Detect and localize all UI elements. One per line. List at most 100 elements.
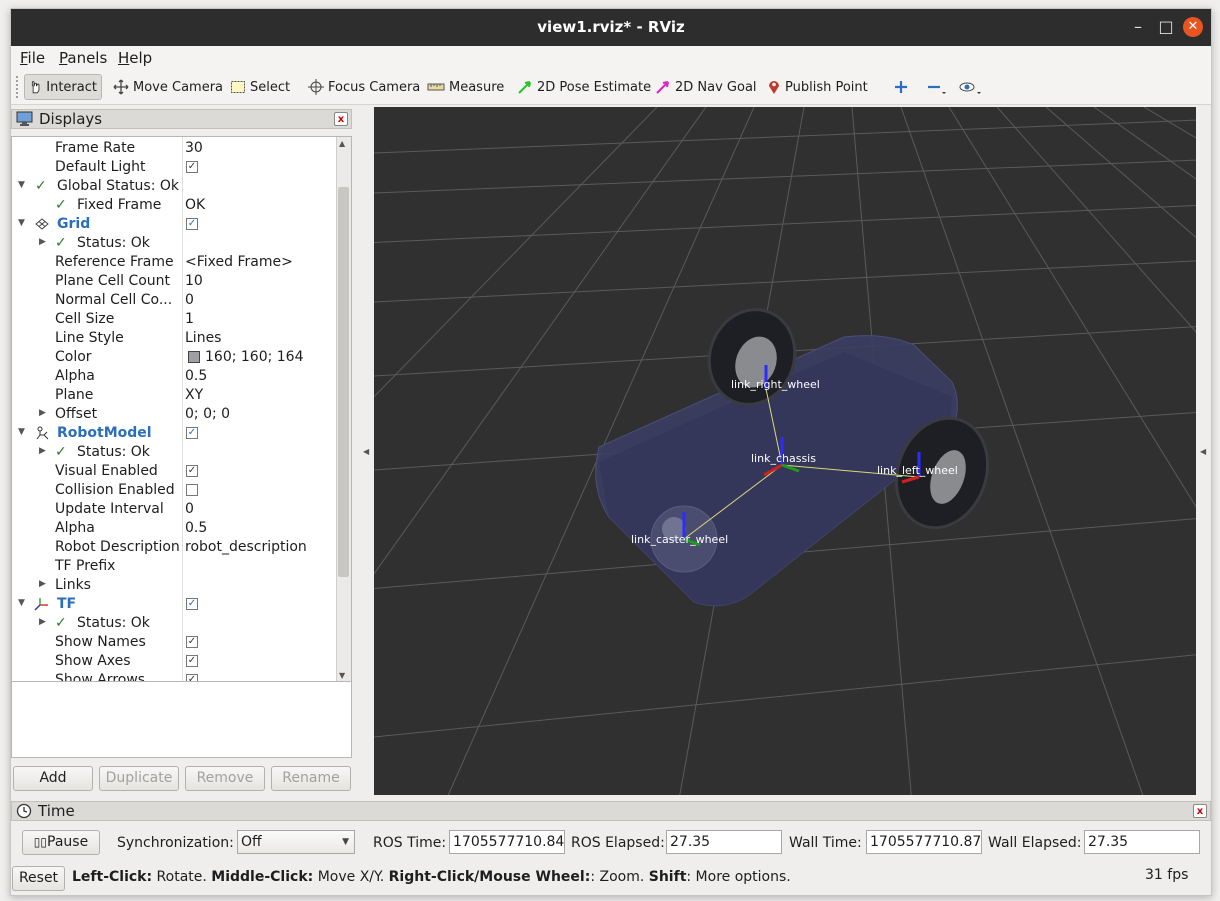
- select-tool[interactable]: Select: [226, 74, 294, 100]
- frame-rate-value[interactable]: 30: [185, 140, 203, 156]
- show-axes-checkbox[interactable]: ✓: [186, 655, 198, 667]
- color-swatch[interactable]: [188, 351, 200, 363]
- row-grid[interactable]: ▼ Grid ✓: [12, 215, 338, 234]
- row-reference-frame[interactable]: Reference Frame <Fixed Frame>: [12, 253, 338, 272]
- displays-close-button[interactable]: x: [334, 112, 348, 126]
- row-links[interactable]: ▶ Links: [12, 576, 338, 595]
- plane-cell-count-value[interactable]: 10: [185, 273, 203, 289]
- expand-arrow-down-icon[interactable]: ▼: [18, 180, 25, 190]
- row-offset[interactable]: ▶ Offset 0; 0; 0: [12, 405, 338, 424]
- tf-enabled-checkbox[interactable]: ✓: [186, 598, 198, 610]
- row-normal-cell-count[interactable]: Normal Cell Co... 0: [12, 291, 338, 310]
- expand-arrow-down-icon[interactable]: ▼: [18, 598, 25, 608]
- scroll-down-arrow-icon[interactable]: ▼: [339, 671, 345, 680]
- row-default-light[interactable]: Default Light ✓: [12, 158, 338, 177]
- menu-help[interactable]: Help: [118, 49, 152, 67]
- splitter-right-arrow-icon[interactable]: ◀: [1200, 447, 1206, 456]
- robot-model-enabled-checkbox[interactable]: ✓: [186, 427, 198, 439]
- interact-tool[interactable]: Interact: [24, 74, 102, 100]
- row-alpha[interactable]: Alpha 0.5: [12, 367, 338, 386]
- robot-description-value[interactable]: robot_description: [185, 539, 307, 555]
- grid-enabled-checkbox[interactable]: ✓: [186, 218, 198, 230]
- ros-time-field[interactable]: 1705577710.84: [449, 830, 565, 854]
- update-interval-value[interactable]: 0: [185, 501, 194, 517]
- row-tf-prefix[interactable]: TF Prefix: [12, 557, 338, 576]
- expand-arrow-right-icon[interactable]: ▶: [39, 237, 46, 247]
- color-value[interactable]: 160; 160; 164: [205, 349, 304, 365]
- collision-enabled-checkbox[interactable]: [186, 484, 198, 496]
- minimize-button[interactable]: –: [1128, 17, 1148, 37]
- row-robot-model[interactable]: ▼ RobotModel ✓: [12, 424, 338, 443]
- add-display-button[interactable]: Add: [13, 766, 93, 791]
- row-plane-cell-count[interactable]: Plane Cell Count 10: [12, 272, 338, 291]
- row-color[interactable]: Color 160; 160; 164: [12, 348, 338, 367]
- scene-canvas[interactable]: link_right_wheel link_chassis link_left_…: [374, 107, 1196, 795]
- row-show-axes[interactable]: Show Axes ✓: [12, 652, 338, 671]
- row-tf[interactable]: ▼ TF ✓: [12, 595, 338, 614]
- row-global-status[interactable]: ▼ ✓ Global Status: Ok: [12, 177, 338, 196]
- remove-display-button[interactable]: Remove: [185, 766, 265, 791]
- expand-arrow-down-icon[interactable]: ▼: [18, 427, 25, 437]
- toolbar-grip-handle[interactable]: [15, 75, 19, 99]
- focus-camera-tool[interactable]: Focus Camera: [304, 74, 424, 100]
- close-button[interactable]: ✕: [1183, 17, 1203, 37]
- row-visual-enabled[interactable]: Visual Enabled ✓: [12, 462, 338, 481]
- show-names-checkbox[interactable]: ✓: [186, 636, 198, 648]
- robot-model-alpha-value[interactable]: 0.5: [185, 520, 207, 536]
- row-tf-status[interactable]: ▶ ✓ Status: Ok: [12, 614, 338, 633]
- menu-panels[interactable]: Panels: [59, 49, 107, 67]
- row-collision-enabled[interactable]: Collision Enabled: [12, 481, 338, 500]
- wall-elapsed-field[interactable]: 27.35: [1084, 830, 1200, 854]
- duplicate-display-button[interactable]: Duplicate: [99, 766, 179, 791]
- add-tool-button[interactable]: [889, 74, 917, 100]
- publish-point-tool[interactable]: Publish Point: [763, 74, 872, 100]
- cell-size-value[interactable]: 1: [185, 311, 194, 327]
- synchronization-select[interactable]: Off ▼: [237, 830, 355, 854]
- pause-button[interactable]: ▯▯Pause: [22, 830, 100, 855]
- row-line-style[interactable]: Line Style Lines: [12, 329, 338, 348]
- ros-elapsed-field[interactable]: 27.35: [666, 830, 782, 854]
- row-show-names[interactable]: Show Names ✓: [12, 633, 338, 652]
- splitter-left-arrow-icon[interactable]: ◀: [363, 447, 369, 456]
- visual-enabled-checkbox[interactable]: ✓: [186, 465, 198, 477]
- expand-arrow-right-icon[interactable]: ▶: [39, 408, 46, 418]
- scrollbar-thumb[interactable]: [338, 187, 349, 577]
- nav-goal-tool[interactable]: 2D Nav Goal: [651, 74, 761, 100]
- row-fixed-frame[interactable]: ✓ Fixed Frame OK: [12, 196, 338, 215]
- wall-time-field[interactable]: 1705577710.87: [866, 830, 982, 854]
- displays-scrollbar[interactable]: ▲ ▼: [336, 137, 351, 683]
- reference-frame-value[interactable]: <Fixed Frame>: [185, 254, 293, 270]
- line-style-value[interactable]: Lines: [185, 330, 221, 346]
- offset-value[interactable]: 0; 0; 0: [185, 406, 230, 422]
- measure-tool[interactable]: Measure: [423, 74, 508, 100]
- row-frame-rate[interactable]: Frame Rate 30: [12, 139, 338, 158]
- menu-file[interactable]: File: [20, 49, 45, 67]
- row-update-interval[interactable]: Update Interval 0: [12, 500, 338, 519]
- row-robot-description[interactable]: Robot Description robot_description: [12, 538, 338, 557]
- scroll-up-arrow-icon[interactable]: ▲: [339, 139, 345, 148]
- expand-arrow-down-icon[interactable]: ▼: [18, 218, 25, 228]
- pose-estimate-tool[interactable]: 2D Pose Estimate: [513, 74, 655, 100]
- row-cell-size[interactable]: Cell Size 1: [12, 310, 338, 329]
- normal-cell-count-value[interactable]: 0: [185, 292, 194, 308]
- expand-arrow-right-icon[interactable]: ▶: [39, 617, 46, 627]
- expand-arrow-right-icon[interactable]: ▶: [39, 579, 46, 589]
- alpha-value[interactable]: 0.5: [185, 368, 207, 384]
- maximize-button[interactable]: □: [1156, 17, 1176, 37]
- default-light-checkbox[interactable]: ✓: [186, 161, 198, 173]
- move-camera-tool[interactable]: Move Camera: [109, 74, 227, 100]
- plane-value[interactable]: XY: [185, 387, 203, 403]
- rename-display-button[interactable]: Rename: [271, 766, 351, 791]
- tf-status-label: Status: Ok: [77, 615, 150, 631]
- remove-tool-button[interactable]: [922, 74, 956, 100]
- render-viewport[interactable]: link_right_wheel link_chassis link_left_…: [374, 107, 1196, 795]
- row-robot-model-status[interactable]: ▶ ✓ Status: Ok: [12, 443, 338, 462]
- expand-arrow-right-icon[interactable]: ▶: [39, 446, 46, 456]
- time-close-button[interactable]: x: [1193, 804, 1207, 818]
- panel-view-button[interactable]: [955, 74, 991, 100]
- row-plane[interactable]: Plane XY: [12, 386, 338, 405]
- row-robot-model-alpha[interactable]: Alpha 0.5: [12, 519, 338, 538]
- row-grid-status[interactable]: ▶ ✓ Status: Ok: [12, 234, 338, 253]
- reset-button[interactable]: Reset: [12, 866, 65, 891]
- robot-model[interactable]: link_right_wheel link_chassis link_left_…: [595, 298, 1003, 607]
